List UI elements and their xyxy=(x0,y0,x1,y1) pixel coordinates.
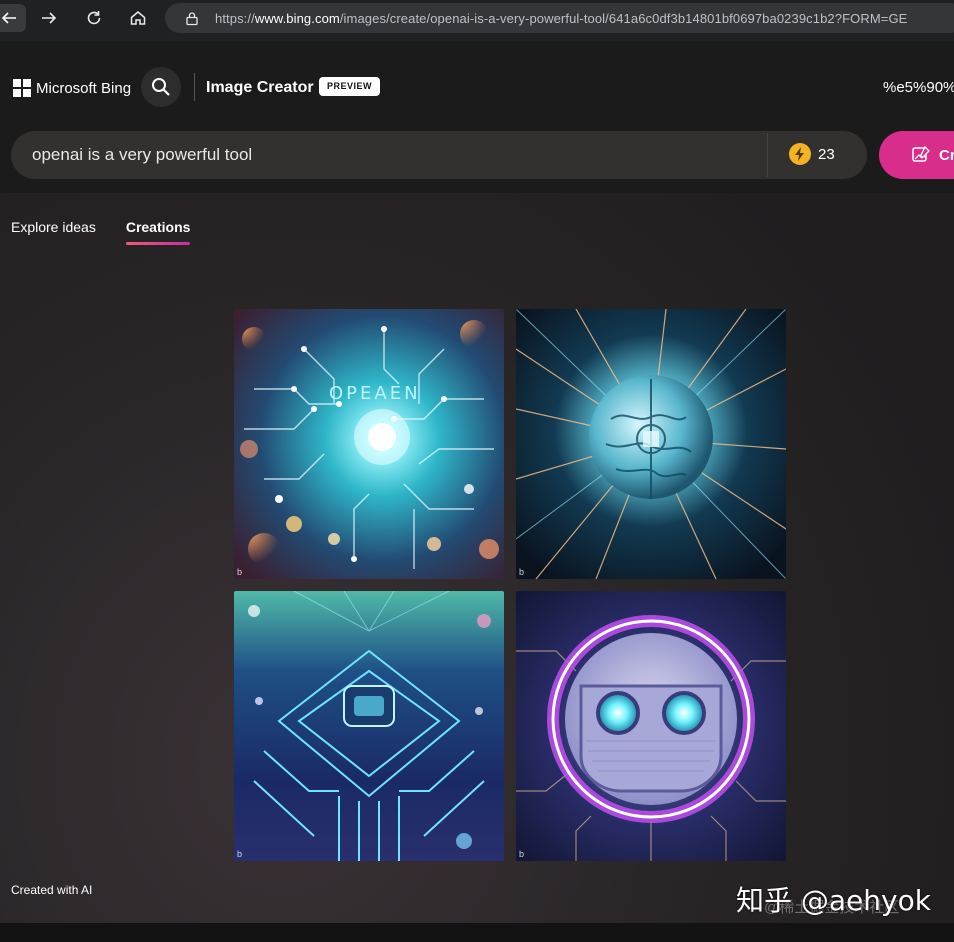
page: Microsoft Bing Image Creator PREVIEW %e5… xyxy=(0,41,954,942)
url-host: www.bing.com xyxy=(254,11,340,26)
lock-icon[interactable] xyxy=(185,11,199,26)
back-button[interactable] xyxy=(0,4,26,32)
search-icon xyxy=(152,78,170,96)
brand-name: Microsoft Bing xyxy=(36,79,132,97)
image-watermark: b xyxy=(519,567,525,577)
microsoft-bing-logo[interactable]: Microsoft Bing xyxy=(13,79,131,97)
prompt-input[interactable] xyxy=(32,143,752,167)
tab-explore-ideas[interactable]: Explore ideas xyxy=(11,219,96,245)
boost-counter[interactable]: 23 xyxy=(789,143,835,165)
circuit-core-image: OPEAEN xyxy=(234,309,504,579)
url-scheme: https:// xyxy=(215,11,255,26)
generated-image-4[interactable]: b xyxy=(516,591,786,861)
image-watermark: b xyxy=(237,567,243,577)
boost-count: 23 xyxy=(818,145,835,163)
svg-text:OPEAEN: OPEAEN xyxy=(329,383,421,404)
arrow-left-icon xyxy=(1,12,16,24)
address-bar[interactable]: https://www.bing.com/images/create/opena… xyxy=(165,3,954,33)
created-with-ai-note: Created with AI xyxy=(11,883,93,897)
tab-creations[interactable]: Creations xyxy=(125,219,190,245)
generated-image-3[interactable]: b xyxy=(234,591,504,861)
create-button[interactable]: Cr xyxy=(879,131,954,179)
image-watermark: b xyxy=(519,849,525,859)
image-create-icon xyxy=(912,145,930,162)
zhihu-watermark: 知乎 @aehyok xyxy=(736,884,931,917)
url-text[interactable]: https://www.bing.com/images/create/opena… xyxy=(215,11,907,26)
reload-icon xyxy=(87,11,101,25)
home-button[interactable] xyxy=(121,4,155,32)
glowing-brain-sphere-image xyxy=(516,309,786,579)
windows-logo-icon xyxy=(13,79,31,97)
header-divider xyxy=(194,73,195,101)
reload-button[interactable] xyxy=(77,4,111,32)
url-path: /images/create/openai-is-a-very-powerful… xyxy=(339,11,908,26)
generated-image-1[interactable]: OPEAEN b xyxy=(234,309,504,579)
circuit-chip-image xyxy=(234,591,504,861)
search-button[interactable] xyxy=(141,67,181,107)
create-button-label: Cr xyxy=(939,146,954,164)
user-name[interactable]: %e5%90% xyxy=(883,79,954,96)
prompt-divider xyxy=(767,133,768,177)
header: Microsoft Bing Image Creator PREVIEW %e5… xyxy=(0,41,954,193)
browser-toolbar: https://www.bing.com/images/create/opena… xyxy=(0,0,954,41)
arrow-right-icon xyxy=(42,12,57,24)
image-watermark: b xyxy=(237,849,243,859)
forward-button[interactable] xyxy=(32,4,66,32)
footer-bar xyxy=(0,923,954,942)
robot-face-image xyxy=(516,591,786,861)
generated-image-2[interactable]: b xyxy=(516,309,786,579)
tab-bar: Explore ideas Creations xyxy=(11,219,220,245)
home-icon xyxy=(130,11,146,25)
prompt-box: 23 xyxy=(11,131,867,179)
preview-badge: PREVIEW xyxy=(319,77,381,96)
page-title[interactable]: Image Creator xyxy=(206,79,314,97)
lightning-bolt-icon xyxy=(789,143,811,165)
image-grid: OPEAEN b b b b xyxy=(234,309,786,861)
